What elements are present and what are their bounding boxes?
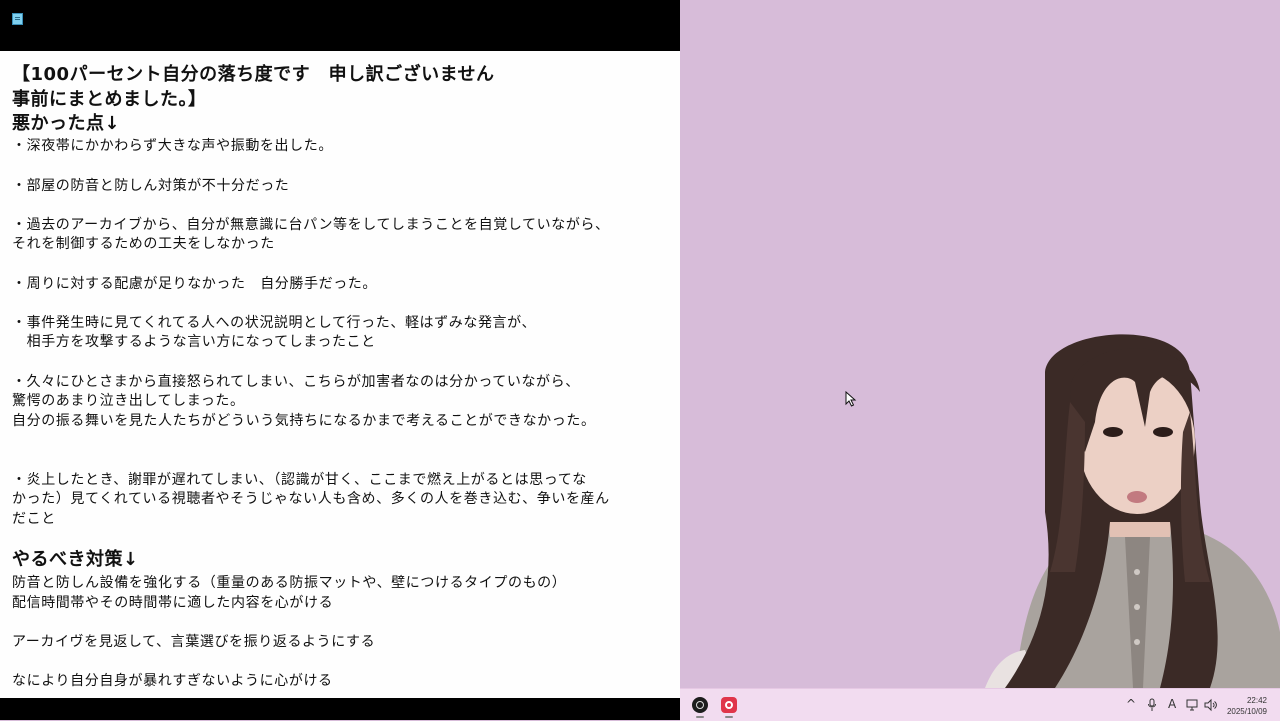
- microphone-icon[interactable]: [1147, 698, 1157, 712]
- mouse-cursor-icon: [845, 391, 857, 407]
- note-text-line: 配信時間帯やその時間帯に適した内容を心がける: [12, 595, 334, 611]
- note-text-line: 自分の振る舞いを見た人たちがどういう気持ちになるかまで考えることができなかった。: [12, 413, 596, 429]
- show-hidden-icons-chevron-icon[interactable]: ^: [1126, 697, 1136, 711]
- note-heading-line: 悪かった点↓: [12, 113, 121, 134]
- obs-app-icon[interactable]: [692, 697, 708, 713]
- note-text-line: なにより自分自身が暴れすぎないように心がける: [12, 673, 333, 689]
- note-text-line: ・深夜帯にかかわらず大きな声や振動を出した。: [12, 138, 333, 154]
- obs-app-indicator: [696, 716, 704, 718]
- recording-app-icon[interactable]: [721, 697, 737, 713]
- window-title-bar: [0, 0, 680, 51]
- clock-time: 22:42: [1246, 696, 1267, 705]
- note-text-line: ・久々にひとさまから直接怒られてしまい、こちらが加害者なのは分かっていながら、: [12, 374, 580, 390]
- note-text-line: ・部屋の防音と防しん対策が不十分だった: [12, 178, 290, 194]
- webcam-person: [985, 332, 1280, 688]
- taskbar: ^ A 22:42 2025/10/09: [680, 688, 1280, 721]
- note-text-line: ・事件発生時に見てくれてる人への状況説明として行った、軽はずみな発言が、: [12, 315, 537, 331]
- system-clock[interactable]: 22:42 2025/10/09: [1227, 695, 1267, 717]
- bottom-bar: [0, 698, 680, 720]
- network-icon[interactable]: [1186, 698, 1200, 712]
- ime-mode-indicator[interactable]: A: [1168, 697, 1176, 711]
- note-text-line: それを制御するための工夫をしなかった: [12, 236, 275, 252]
- recording-app-indicator: [725, 716, 733, 718]
- left-panel: 【100パーセント自分の落ち度です 申し訳ございません 事前にまとめました。】 悪か…: [0, 0, 680, 720]
- apology-note-document: 【100パーセント自分の落ち度です 申し訳ございません 事前にまとめました。】 悪か…: [0, 51, 680, 698]
- note-text-line: ・周りに対する配慮が足りなかった 自分勝手だった。: [12, 276, 377, 292]
- note-text-line: 相手方を攻撃するような言い方になってしまったこと: [12, 334, 376, 350]
- notepad-icon[interactable]: [12, 13, 23, 25]
- note-heading-line: 事前にまとめました。】: [12, 89, 207, 110]
- note-text-line: ・過去のアーカイブから、自分が無意識に台パン等をしてしまうことを自覚していながら…: [12, 217, 610, 233]
- note-text-line: 防音と防しん設備を強化する（重量のある防振マットや、壁につけるタイプのもの）: [12, 575, 567, 591]
- volume-icon[interactable]: [1204, 698, 1218, 712]
- clock-date: 2025/10/09: [1226, 707, 1267, 716]
- note-text-line: だこと: [12, 511, 56, 527]
- note-text-line: かった）見てくれている視聴者やそうじゃない人も含め、多くの人を巻き込む、争いを産…: [12, 491, 610, 507]
- note-heading-line: 【100パーセント自分の落ち度です 申し訳ございません: [12, 64, 495, 85]
- note-heading-line: やるべき対策↓: [12, 549, 139, 570]
- note-text-line: 驚愕のあまり泣き出してしまった。: [12, 393, 245, 409]
- note-text-line: アーカイヴを見返して、言葉選びを振り返るようにする: [12, 634, 376, 650]
- note-text-line: ・炎上したとき、謝罪が遅れてしまい、（認識が甘く、ここまで燃え上がるとは思ってな: [12, 472, 587, 488]
